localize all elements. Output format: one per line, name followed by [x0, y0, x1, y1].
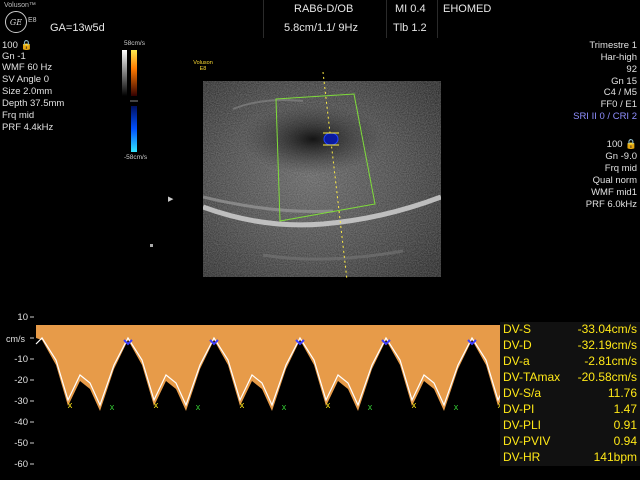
- rparam2-quality: Qual norm: [592, 175, 637, 186]
- color-velocity-bar: [122, 50, 138, 152]
- brand-label: Voluson™: [4, 2, 36, 9]
- doppler-spectrum: xxxxxxxxxxxx: [30, 316, 500, 465]
- param-sv-angle: SV Angle 0: [2, 74, 50, 85]
- measure-row: DV-D -32.19cm/s: [503, 338, 637, 354]
- geometry-label: 5.8cm/1.1/ 9Hz: [284, 22, 358, 34]
- param-size: Size 2.0mm: [2, 86, 53, 97]
- tick-minus40: -40: [14, 417, 28, 428]
- tib-label: Tlb 1.2: [393, 22, 427, 34]
- tick-minus30: -30: [14, 396, 28, 407]
- rparam-ff: FF0 / E1: [600, 99, 637, 110]
- diastolic-marker: x: [282, 402, 287, 412]
- velocity-unit-label: cm/s: [6, 334, 25, 344]
- measure-value: -33.04cm/s: [577, 322, 637, 336]
- measure-label: DV-TAmax: [503, 370, 561, 384]
- measure-row: DV-PVIV 0.94: [503, 434, 637, 450]
- ge-logo-icon: GE: [5, 11, 27, 33]
- rparam2-wall-filter: WMF mid1: [591, 187, 637, 198]
- rparam2-power: 100 🔒: [606, 139, 637, 150]
- site-label: EHOMED: [443, 3, 492, 15]
- rparam2-frequency: Frq mid: [604, 163, 637, 174]
- param-wall-filter: WMF 60 Hz: [2, 62, 53, 73]
- param-depth: Depth 37.5mm: [2, 98, 65, 109]
- rparam-sri: SRI II 0 / CRI 2: [573, 111, 637, 122]
- spectrum-axis-ticks: [30, 316, 34, 465]
- param-frequency: Frq mid: [2, 110, 35, 121]
- tick-minus20: -20: [14, 375, 28, 386]
- param-gain: Gn -1: [2, 51, 26, 62]
- measure-row: DV-a -2.81cm/s: [503, 354, 637, 370]
- depth-marker-icon: ▶: [168, 196, 174, 203]
- sample-volume-gate-icon[interactable]: [323, 132, 339, 146]
- image-brand-label: Voluson E8: [192, 60, 214, 72]
- rparam-power: 92: [626, 64, 637, 75]
- measure-value: 11.76: [607, 386, 637, 400]
- doppler-cursor-line[interactable]: [310, 72, 360, 282]
- model-label: E8: [28, 17, 37, 24]
- measurement-panel: DV-S -33.04cm/s DV-D -32.19cm/s DV-a -2.81c…: [500, 322, 640, 466]
- rparam-map: C4 / M5: [603, 87, 637, 98]
- measure-value: -32.19cm/s: [577, 338, 637, 352]
- rparam-trimester: Trimestre 1: [589, 40, 637, 51]
- a-wave-marker: x: [412, 400, 417, 410]
- measure-label: DV-HR: [503, 450, 541, 464]
- diastolic-marker: x: [368, 402, 373, 412]
- measure-value: 141bpm: [593, 450, 637, 464]
- color-bar-min-label: -58cm/s: [124, 154, 148, 161]
- param-output-power: 100 🔒: [2, 40, 33, 51]
- diastolic-marker: x: [454, 402, 459, 412]
- rparam-gain: Gn 15: [611, 76, 637, 87]
- measure-label: DV-a: [503, 354, 530, 368]
- a-wave-marker: x: [240, 400, 245, 410]
- measure-label: DV-D: [503, 338, 532, 352]
- gestational-age: GA=13w5d: [50, 22, 105, 34]
- a-wave-marker: x: [68, 400, 73, 410]
- measure-value: 0.94: [613, 434, 637, 448]
- spectrum-envelope-fill: [36, 325, 500, 411]
- measure-row: DV-HR 141bpm: [503, 450, 637, 466]
- a-wave-marker: x: [326, 400, 331, 410]
- measure-label: DV-S/a: [503, 386, 542, 400]
- measure-value: 0.91: [613, 418, 637, 432]
- measure-row: DV-PI 1.47: [503, 402, 637, 418]
- tick-minus60: -60: [14, 459, 28, 470]
- measure-row: DV-S/a 11.76: [503, 386, 637, 402]
- measure-value: 1.47: [613, 402, 637, 416]
- measure-label: DV-PI: [503, 402, 535, 416]
- a-wave-marker: x: [154, 400, 159, 410]
- rparam2-gain: Gn -9.0: [605, 151, 637, 162]
- measure-row: DV-TAmax -20.58cm/s: [503, 370, 637, 386]
- mi-cell: MI 0.4 Tlb 1.2: [386, 0, 437, 38]
- measure-row: DV-PLI 0.91: [503, 418, 637, 434]
- measure-value: -2.81cm/s: [584, 354, 637, 368]
- focus-marker: [150, 244, 153, 247]
- image-brand-line2: E8: [199, 66, 207, 72]
- diastolic-marker: x: [110, 402, 115, 412]
- tick-minus50: -50: [14, 438, 28, 449]
- measure-label: DV-S: [503, 322, 532, 336]
- param-prf: PRF 4.4kHz: [2, 122, 54, 133]
- measure-row: DV-S -33.04cm/s: [503, 322, 637, 338]
- probe-cell: RAB6-D/OB 5.8cm/1.1/ 9Hz: [263, 0, 386, 38]
- site-cell: EHOMED: [437, 0, 640, 38]
- rparam2-prf: PRF 6.0kHz: [585, 199, 637, 210]
- rparam-harmonic: Har-high: [600, 52, 637, 63]
- top-header-bar: Voluson™ GE E8 GA=13w5d RAB6-D/OB 5.8cm/…: [0, 0, 640, 38]
- mi-label: MI 0.4: [395, 3, 426, 15]
- measure-value: -20.58cm/s: [577, 370, 637, 384]
- measure-label: DV-PVIV: [503, 434, 551, 448]
- color-bar-max-label: 58cm/s: [124, 40, 145, 47]
- tick-10: 10: [17, 312, 28, 323]
- tick-minus10: -10: [14, 354, 28, 365]
- measure-label: DV-PLI: [503, 418, 542, 432]
- diastolic-marker: x: [196, 402, 201, 412]
- probe-label: RAB6-D/OB: [294, 3, 354, 15]
